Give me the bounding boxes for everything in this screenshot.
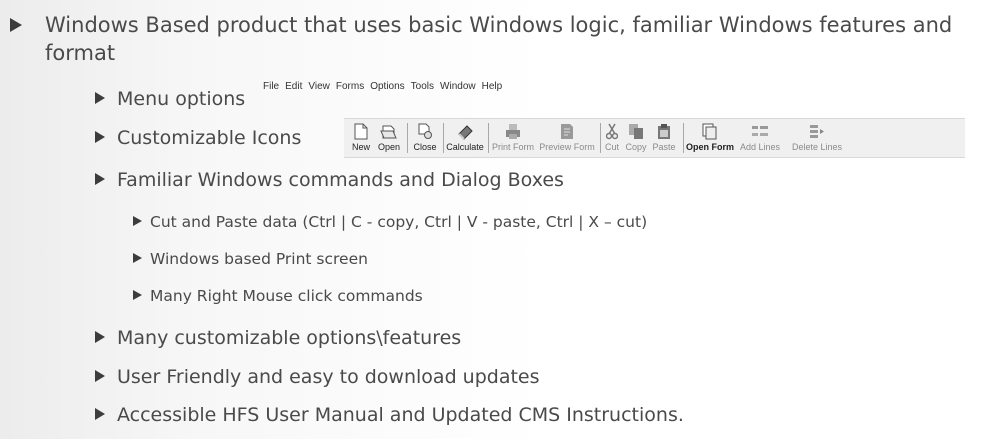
bullet-arrow-icon [133, 290, 142, 300]
copy-label: Copy [625, 142, 647, 152]
bullet-arrow-icon [95, 370, 105, 382]
menu-forms[interactable]: Forms [336, 81, 364, 92]
open-form-button[interactable]: Open Form [686, 121, 734, 155]
cut-paste-text: Cut and Paste data (Ctrl | C - copy, Ctr… [150, 213, 648, 231]
bullet-arrow-icon [133, 216, 142, 226]
copy-button[interactable]: Copy [623, 121, 649, 155]
bullet-accessible-manual: Accessible HFS User Manual and Updated C… [95, 403, 684, 427]
bullet-arrow-icon [95, 173, 105, 185]
preview-form-button[interactable]: Preview Form [539, 121, 595, 155]
sub-bullet-cut-paste: Cut and Paste data (Ctrl | C - copy, Ctr… [133, 212, 647, 232]
user-friendly-text: User Friendly and easy to download updat… [117, 366, 540, 388]
open-form-icon [702, 121, 718, 141]
calculate-icon [456, 121, 474, 141]
menu-bar: File Edit View Forms Options Tools Windo… [263, 81, 502, 92]
calculate-button[interactable]: Calculate [446, 121, 484, 155]
bullet-user-friendly: User Friendly and easy to download updat… [95, 365, 540, 389]
bullet-customizable-icons: Customizable Icons [95, 126, 301, 150]
bullet-arrow-icon [95, 92, 105, 104]
preview-icon [559, 121, 575, 141]
bullet-arrow-icon [133, 253, 142, 263]
toolbar-separator [443, 123, 444, 153]
menu-help[interactable]: Help [482, 81, 503, 92]
customizable-options-text: Many customizable options\features [117, 327, 462, 349]
printer-icon [504, 121, 522, 141]
paste-label: Paste [652, 142, 676, 152]
bullet-customizable-options: Many customizable options\features [95, 326, 461, 350]
paste-button[interactable]: Paste [650, 121, 678, 155]
new-label: New [351, 142, 370, 152]
customizable-icons-text: Customizable Icons [117, 127, 302, 149]
add-lines-label: Add Lines [739, 142, 781, 152]
bullet-arrow-icon [95, 131, 105, 143]
menu-tools[interactable]: Tools [411, 81, 434, 92]
paste-clipboard-icon [657, 121, 671, 141]
delete-lines-label: Delete Lines [791, 142, 843, 152]
accessible-manual-text: Accessible HFS User Manual and Updated C… [117, 404, 684, 426]
add-lines-icon [751, 121, 769, 141]
close-document-icon [417, 121, 433, 141]
bullet-familiar-commands: Familiar Windows commands and Dialog Box… [95, 168, 564, 192]
print-form-button[interactable]: Print Form [491, 121, 535, 155]
new-document-icon [354, 121, 368, 141]
menu-window[interactable]: Window [440, 81, 476, 92]
main-bullet-text: Windows Based product that uses basic Wi… [45, 13, 953, 65]
toolbar-separator [407, 123, 408, 153]
toolbar-separator [600, 123, 601, 153]
menu-options[interactable]: Options [370, 81, 404, 92]
delete-lines-button[interactable]: Delete Lines [789, 121, 845, 155]
cut-label: Cut [604, 142, 619, 152]
scissors-icon [606, 121, 618, 141]
open-button[interactable]: Open [375, 121, 403, 155]
bullet-arrow-icon [95, 331, 105, 343]
add-lines-button[interactable]: Add Lines [738, 121, 782, 155]
bullet-arrow-icon [10, 18, 22, 32]
sub-bullet-print-screen: Windows based Print screen [133, 249, 368, 269]
calculate-label: Calculate [446, 142, 484, 152]
toolbar-separator [683, 123, 684, 153]
open-label: Open [377, 142, 401, 152]
open-form-label: Open Form [686, 142, 735, 152]
copy-icon [628, 121, 644, 141]
sub-bullet-right-click: Many Right Mouse click commands [133, 286, 423, 306]
right-click-text: Many Right Mouse click commands [150, 287, 423, 305]
close-button[interactable]: Close [411, 121, 439, 155]
delete-lines-icon [808, 121, 826, 141]
new-button[interactable]: New [348, 121, 374, 155]
print-form-label: Print Form [491, 142, 534, 152]
open-folder-icon [380, 121, 398, 141]
preview-form-label: Preview Form [539, 142, 595, 152]
menu-file[interactable]: File [263, 81, 279, 92]
menu-options-text: Menu options [117, 88, 246, 110]
toolbar-separator [488, 123, 489, 153]
close-label: Close [413, 142, 437, 152]
cut-button[interactable]: Cut [603, 121, 621, 155]
menu-edit[interactable]: Edit [285, 81, 302, 92]
main-bullet: Windows Based product that uses basic Wi… [10, 11, 980, 67]
print-screen-text: Windows based Print screen [150, 250, 368, 268]
toolbar: New Open Close Calculate Print Form Prev… [344, 118, 965, 158]
familiar-commands-text: Familiar Windows commands and Dialog Box… [117, 169, 564, 191]
menu-view[interactable]: View [308, 81, 330, 92]
bullet-arrow-icon [95, 408, 105, 420]
bullet-menu-options: Menu options [95, 87, 245, 111]
